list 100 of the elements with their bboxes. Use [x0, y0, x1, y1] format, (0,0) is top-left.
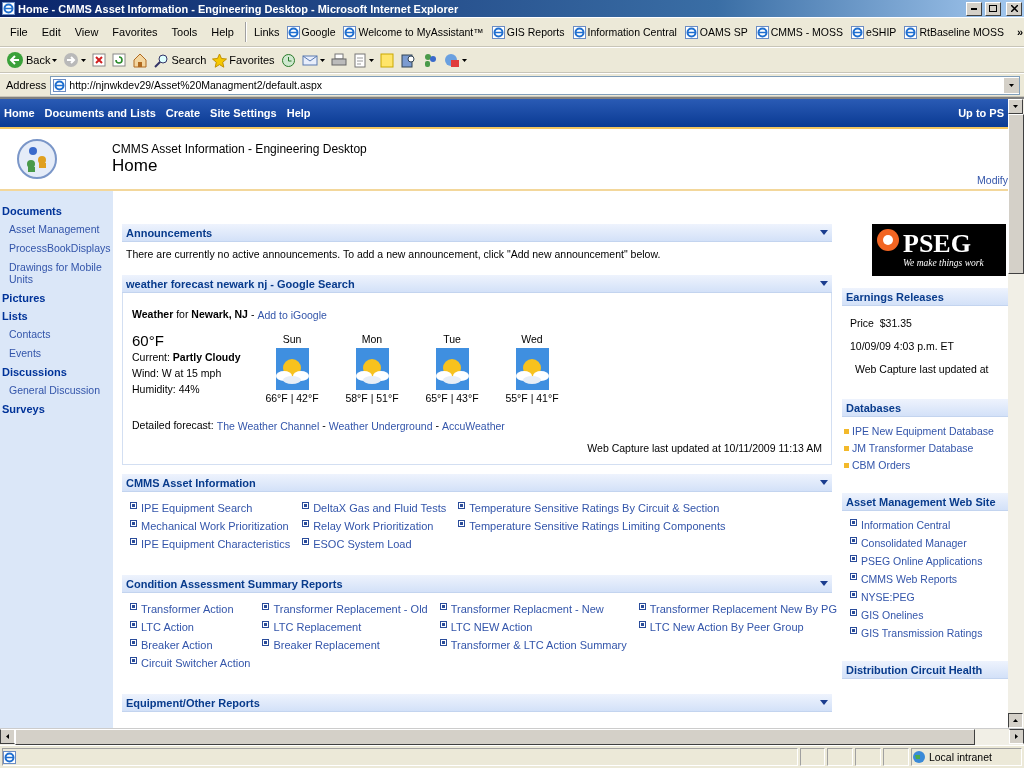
- caret-icon[interactable]: [368, 58, 374, 62]
- site-link[interactable]: Consolidated Manager: [861, 537, 967, 549]
- dropdown-button[interactable]: [1003, 77, 1019, 93]
- menu-item[interactable]: Favorites: [106, 26, 164, 38]
- bullet-icon: [458, 502, 466, 509]
- report-link[interactable]: IPE Equipment Search: [141, 502, 253, 514]
- minimize-button[interactable]: [966, 1, 982, 16]
- site-link[interactable]: GIS Transmission Ratings: [861, 627, 983, 639]
- nav-link[interactable]: Contacts: [0, 325, 113, 344]
- nav-heading[interactable]: Documents: [0, 202, 113, 220]
- top-nav-link[interactable]: Up to PS: [958, 107, 1004, 119]
- site-link[interactable]: GIS Onelines: [861, 609, 924, 621]
- top-nav-link[interactable]: Home: [4, 107, 35, 119]
- menu-item[interactable]: Tools: [165, 26, 204, 38]
- report-link[interactable]: LTC Action: [141, 621, 194, 633]
- search-icon[interactable]: [154, 52, 170, 68]
- favorite-link[interactable]: GIS Reports: [488, 25, 568, 39]
- page-icon: [491, 25, 505, 39]
- caret-icon[interactable]: [1013, 719, 1018, 722]
- favorite-link[interactable]: OAMS SP: [681, 25, 751, 39]
- forecast-link[interactable]: The Weather Channel: [216, 419, 320, 432]
- nav-link[interactable]: Drawings for Mobile Units: [0, 258, 113, 289]
- database-link[interactable]: JM Transformer Database: [852, 442, 974, 454]
- report-link[interactable]: IPE Equipment Characteristics: [141, 538, 291, 550]
- nav-link[interactable]: Events: [0, 344, 113, 363]
- nav-heading[interactable]: Discussions: [0, 363, 113, 381]
- favorite-link[interactable]: Google: [283, 25, 339, 39]
- nav-heading[interactable]: Lists: [0, 307, 113, 325]
- caret-icon[interactable]: [461, 58, 467, 62]
- caret-icon[interactable]: [1009, 83, 1014, 87]
- menu-item[interactable]: Help: [205, 26, 240, 38]
- report-link[interactable]: LTC NEW Action: [450, 621, 533, 633]
- toolbar-button[interactable]: Favorites: [210, 52, 277, 68]
- toolbar-extension-icon[interactable]: [443, 52, 460, 68]
- nav-heading[interactable]: Surveys: [0, 400, 113, 418]
- nav-link[interactable]: ProcessBookDisplays: [0, 239, 113, 258]
- igoogle-link[interactable]: Add to iGoogle: [257, 308, 327, 321]
- report-link[interactable]: DeltaX Gas and Fluid Tests: [313, 502, 447, 514]
- report-link[interactable]: Temperature Sensitive Ratings Limiting Components: [469, 520, 726, 532]
- report-link[interactable]: Transformer Action: [141, 603, 234, 615]
- top-nav-link[interactable]: Create: [165, 107, 201, 119]
- site-link[interactable]: Information Central: [861, 519, 951, 531]
- toolbar-button[interactable]: Back: [4, 51, 60, 69]
- dropdown-arrow-icon[interactable]: [820, 230, 828, 235]
- database-link[interactable]: CBM Orders: [852, 459, 911, 471]
- nav-link[interactable]: General Discussion: [0, 381, 113, 400]
- nav-heading[interactable]: Pictures: [0, 289, 113, 307]
- nav-link[interactable]: Asset Management: [0, 220, 113, 239]
- vertical-scrollbar[interactable]: [1008, 99, 1024, 728]
- report-link[interactable]: LTC New Action By Peer Group: [649, 621, 804, 633]
- caret-icon[interactable]: [1013, 105, 1018, 108]
- favorite-link[interactable]: Welcome to MyAssistant™: [340, 25, 487, 39]
- toolbar-icon-button[interactable]: [299, 53, 327, 67]
- menu-item[interactable]: File: [4, 26, 34, 38]
- maximize-button[interactable]: [985, 1, 1001, 16]
- address-field[interactable]: http://njnwkdev29/Asset%20Managment2/default.aspx: [50, 75, 1020, 95]
- bullet-icon: [850, 537, 857, 544]
- report-link[interactable]: Mechanical Work Prioritization: [141, 520, 289, 532]
- modify-link[interactable]: Modify: [977, 174, 1008, 186]
- dropdown-arrow-icon[interactable]: [820, 480, 828, 485]
- menu-item[interactable]: Edit: [35, 26, 67, 38]
- caret-icon[interactable]: [52, 58, 58, 62]
- forecast-link[interactable]: Weather Underground: [328, 419, 433, 432]
- report-link[interactable]: Circuit Switcher Action: [141, 657, 251, 669]
- report-link[interactable]: LTC Replacement: [273, 621, 362, 633]
- database-link[interactable]: IPE New Equipment Database: [852, 425, 994, 437]
- caret-icon[interactable]: [319, 58, 325, 62]
- dropdown-arrow-icon[interactable]: [820, 700, 828, 705]
- site-link[interactable]: NYSE:PEG: [861, 591, 915, 603]
- report-link[interactable]: Transformer Replacement New By PG: [649, 603, 837, 615]
- bullet-icon: [638, 621, 646, 628]
- report-link[interactable]: Transformer & LTC Action Summary: [450, 639, 627, 651]
- favorite-link[interactable]: eSHIP: [848, 25, 900, 39]
- report-link[interactable]: Transformer Replacment - New: [450, 603, 604, 615]
- star-icon[interactable]: [212, 52, 228, 68]
- report-link[interactable]: Breaker Replacement: [273, 639, 380, 651]
- more-links-button[interactable]: »: [1011, 26, 1024, 38]
- scroll-thumb[interactable]: [1008, 114, 1024, 274]
- top-nav-link[interactable]: Site Settings: [210, 107, 277, 119]
- dropdown-arrow-icon[interactable]: [820, 581, 828, 586]
- dropdown-arrow-icon[interactable]: [820, 281, 828, 286]
- report-link[interactable]: ESOC System Load: [313, 538, 412, 550]
- caret-icon[interactable]: [81, 58, 87, 62]
- report-link[interactable]: Relay Work Prioritization: [313, 520, 434, 532]
- forecast-link[interactable]: AccuWeather: [441, 419, 505, 432]
- menu-item[interactable]: View: [68, 26, 105, 38]
- site-link[interactable]: CMMS Web Reports: [861, 573, 958, 585]
- report-link[interactable]: Temperature Sensitive Ratings By Circuit & Section: [469, 502, 720, 514]
- close-button[interactable]: [1006, 1, 1022, 16]
- report-link[interactable]: Transformer Replacement - Old: [273, 603, 428, 615]
- favorite-link[interactable]: RtBaseline MOSS: [901, 25, 1007, 39]
- report-link[interactable]: Breaker Action: [141, 639, 213, 651]
- toolbar-button[interactable]: Search: [152, 52, 209, 68]
- caret-icon[interactable]: [1015, 734, 1018, 739]
- favorite-link[interactable]: Information Central: [569, 25, 680, 39]
- site-link[interactable]: PSEG Online Applications: [861, 555, 983, 567]
- top-nav-link[interactable]: Documents and Lists: [44, 107, 156, 119]
- top-nav-link[interactable]: Help: [286, 107, 311, 119]
- favorite-link[interactable]: CMMS - MOSS: [752, 25, 846, 39]
- caret-icon[interactable]: [6, 734, 9, 739]
